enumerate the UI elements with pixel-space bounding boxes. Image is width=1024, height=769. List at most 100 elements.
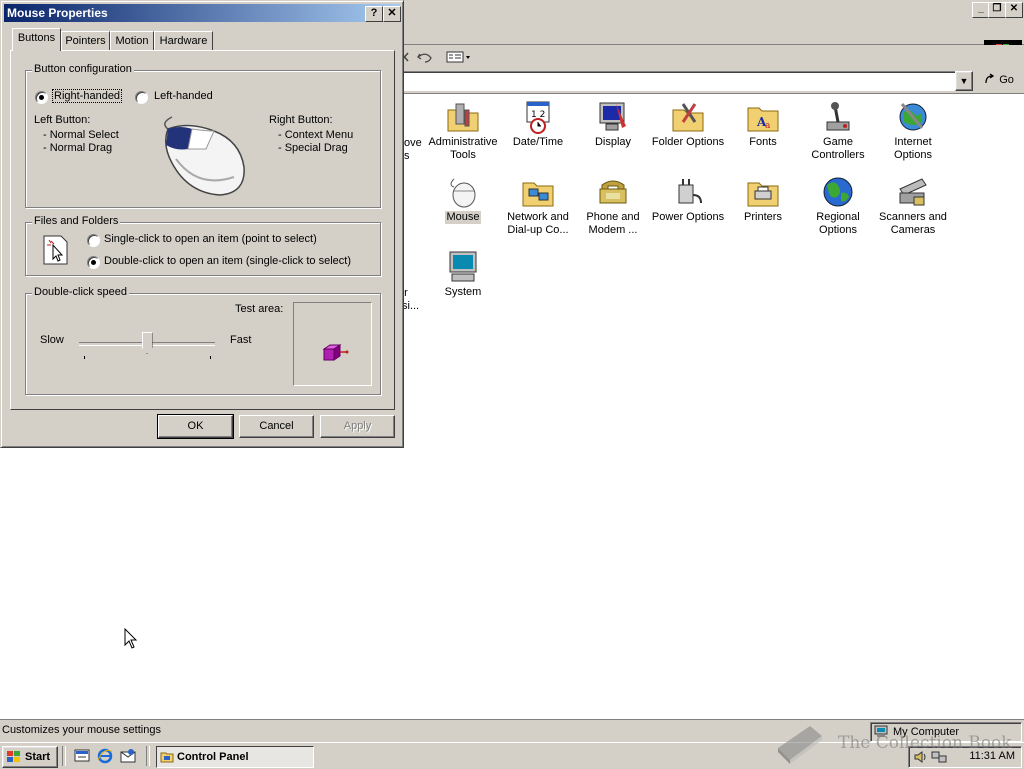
power-options-item[interactable]: Power Options — [650, 171, 726, 224]
right-button-item: - Context Menu — [278, 129, 354, 141]
double-click-speed-group: Double-click speed Slow Fast Test area: — [25, 286, 381, 395]
phone-icon — [596, 175, 630, 209]
joystick-icon — [821, 100, 855, 134]
folder-options-icon — [671, 100, 705, 134]
click-document-icon — [43, 235, 68, 265]
taskbar-control-panel-button[interactable]: Control Panel — [156, 746, 314, 768]
apply-button[interactable]: Apply — [320, 415, 395, 438]
button-configuration-group: Button configuration Right-handed Left-h… — [25, 63, 381, 208]
printers-item[interactable]: Printers — [725, 171, 801, 224]
status-text: Customizes your mouse settings — [2, 724, 161, 736]
network-tray-icon[interactable] — [931, 750, 947, 764]
slider-tick — [84, 356, 85, 359]
show-desktop-icon[interactable] — [74, 748, 90, 764]
world-icon — [821, 175, 855, 209]
slider-tick — [210, 356, 211, 359]
tab-buttons[interactable]: Buttons — [12, 28, 61, 51]
admin-tools-icon — [446, 100, 480, 134]
folder-options-item[interactable]: Folder Options — [650, 96, 726, 149]
volume-icon[interactable] — [913, 750, 927, 764]
left-button-heading: Left Button: — [34, 114, 91, 126]
partial-icon-label: s — [404, 150, 410, 162]
status-zone: My Computer — [870, 722, 1022, 742]
svg-text:a: a — [765, 121, 771, 131]
mouse-item[interactable]: Mouse — [425, 171, 501, 224]
left-button-item: - Normal Select — [43, 129, 119, 141]
calendar-clock-icon: 1 2 — [521, 100, 555, 134]
help-button[interactable]: ? — [365, 6, 383, 22]
internet-explorer-icon[interactable] — [97, 748, 113, 764]
globe-tools-icon — [896, 100, 930, 134]
cancel-button[interactable]: Cancel — [239, 415, 314, 438]
scanner-icon — [896, 175, 930, 209]
plug-icon — [671, 175, 705, 209]
date-time-item[interactable]: 1 2 Date/Time — [500, 96, 576, 149]
game-controllers-item[interactable]: Game Controllers — [800, 96, 876, 162]
system-item[interactable]: System — [425, 246, 501, 299]
system-tray: 11:31 AM — [908, 746, 1022, 768]
slow-label: Slow — [40, 334, 64, 346]
internet-options-item[interactable]: Internet Options — [875, 96, 951, 162]
taskbar-divider — [62, 746, 66, 766]
address-field[interactable] — [400, 71, 958, 91]
double-click-label[interactable]: Double-click to open an item (single-cli… — [104, 255, 351, 267]
address-dropdown-button[interactable]: ▼ — [955, 71, 973, 91]
single-click-label[interactable]: Single-click to open an item (point to s… — [104, 233, 317, 245]
dialog-titlebar[interactable]: Mouse Properties ? ✕ — [4, 4, 401, 22]
network-dialup-item[interactable]: Network and Dial-up Co... — [500, 171, 576, 237]
outlook-express-icon[interactable] — [120, 748, 136, 764]
right-button-heading: Right Button: — [269, 114, 333, 126]
restore-button[interactable]: ❐ — [988, 2, 1006, 18]
phone-modem-item[interactable]: Phone and Modem ... — [575, 171, 651, 237]
dialog-close-button[interactable]: ✕ — [383, 6, 401, 22]
close-button[interactable]: ✕ — [1005, 2, 1023, 18]
taskbar-divider — [146, 746, 150, 766]
computer-icon — [446, 250, 480, 284]
group-title: Double-click speed — [32, 286, 129, 298]
status-bar: Customizes your mouse settings My Comput… — [0, 719, 1024, 742]
left-handed-label[interactable]: Left-handed — [154, 90, 213, 102]
dialog-title: Mouse Properties — [7, 6, 108, 20]
go-button[interactable]: Go — [980, 71, 1018, 89]
views-icon[interactable] — [446, 50, 472, 64]
mouse-properties-dialog: Mouse Properties ? ✕ Buttons Pointers Mo… — [0, 0, 404, 448]
buttons-tab-panel: Button configuration Right-handed Left-h… — [10, 50, 395, 410]
files-and-folders-group: Files and Folders Single-click to open a… — [25, 215, 381, 276]
test-area-box[interactable] — [293, 302, 372, 386]
tab-pointers[interactable]: Pointers — [61, 31, 110, 50]
control-panel-icon — [160, 752, 174, 763]
display-item[interactable]: Display — [575, 96, 651, 149]
tab-hardware[interactable]: Hardware — [154, 31, 213, 50]
right-handed-radio[interactable] — [35, 91, 48, 104]
administrative-tools-item[interactable]: Administrative Tools — [425, 96, 501, 162]
printer-folder-icon — [746, 175, 780, 209]
mouse-illustration-icon — [164, 116, 245, 196]
speed-slider-thumb[interactable] — [141, 332, 153, 354]
mouse-icon — [446, 175, 480, 209]
windows-flag-icon — [7, 751, 20, 762]
fonts-folder-icon: Aa — [746, 100, 780, 134]
undo-icon[interactable] — [416, 50, 434, 64]
scanners-cameras-item[interactable]: Scanners and Cameras — [875, 171, 951, 237]
fonts-item[interactable]: Aa Fonts — [725, 96, 801, 149]
network-icon — [521, 175, 555, 209]
regional-options-item[interactable]: Regional Options — [800, 171, 876, 237]
go-arrow-icon — [985, 73, 995, 84]
test-area-label: Test area: — [235, 303, 284, 315]
ok-button[interactable]: OK — [157, 414, 234, 439]
monitor-icon — [596, 100, 630, 134]
group-title: Files and Folders — [32, 215, 121, 227]
partial-icon-label: ove — [404, 137, 422, 149]
mouse-cursor-icon — [124, 628, 138, 649]
start-button[interactable]: Start — [2, 746, 58, 768]
tab-motion[interactable]: Motion — [110, 31, 154, 50]
jack-in-the-box-icon[interactable] — [322, 343, 350, 363]
left-button-item: - Normal Drag — [43, 142, 113, 154]
taskbar: Start Control Panel 11:31 AM — [0, 742, 1024, 769]
my-computer-icon — [874, 725, 888, 737]
clock[interactable]: 11:31 AM — [969, 750, 1015, 762]
right-handed-label[interactable]: Right-handed — [51, 89, 123, 103]
left-handed-radio[interactable] — [135, 91, 148, 104]
double-click-radio[interactable] — [87, 256, 100, 269]
single-click-radio[interactable] — [87, 234, 100, 247]
